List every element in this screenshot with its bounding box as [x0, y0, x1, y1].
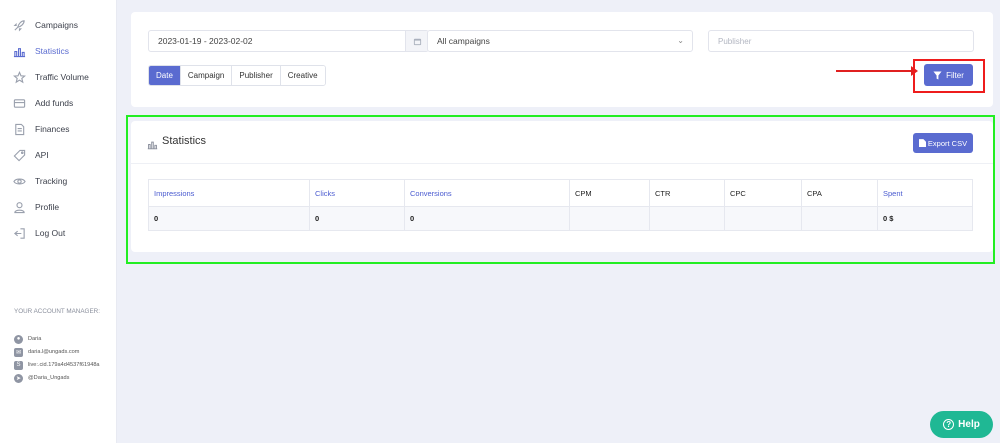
account-manager-skype[interactable]: S live:.cid.179a4d4537f61948a: [14, 360, 100, 370]
sidebar-item-traffic-volume[interactable]: Traffic Volume: [0, 66, 116, 88]
tab-creative[interactable]: Creative: [280, 66, 325, 85]
campaign-select-value: All campaigns: [437, 36, 490, 46]
sidebar-item-label: Profile: [35, 202, 60, 212]
account-manager-title: YOUR ACCOUNT MANAGER:: [14, 308, 100, 315]
sidebar-item-log-out[interactable]: Log Out: [0, 222, 116, 244]
account-manager-email[interactable]: ✉ daria.l@ungads.com: [14, 347, 79, 357]
filter-panel: 2023-01-19 - 2023-02-02 All campaigns ⌄ …: [131, 12, 993, 107]
date-range-value: 2023-01-19 - 2023-02-02: [158, 36, 253, 46]
sidebar-item-campaigns[interactable]: Campaigns: [0, 14, 116, 36]
mail-icon: ✉: [14, 347, 23, 357]
document-icon: [12, 122, 26, 136]
sidebar-item-label: Traffic Volume: [35, 72, 89, 82]
sidebar-item-label: Statistics: [35, 46, 70, 56]
sidebar-item-finances[interactable]: Finances: [0, 118, 116, 140]
tab-date[interactable]: Date: [149, 66, 181, 85]
sidebar-item-add-funds[interactable]: Add funds: [0, 92, 116, 114]
calendar-icon[interactable]: [405, 31, 428, 51]
help-button[interactable]: ? Help: [930, 411, 993, 438]
help-button-label: Help: [958, 419, 980, 430]
sidebar-item-profile[interactable]: Profile: [0, 196, 116, 218]
eye-icon: [12, 174, 26, 188]
sidebar-item-tracking[interactable]: Tracking: [0, 170, 116, 192]
group-by-tabs: Date Campaign Publisher Creative: [148, 65, 326, 86]
tab-publisher[interactable]: Publisher: [232, 66, 281, 85]
sidebar-item-label: Campaigns: [35, 20, 78, 30]
sidebar-item-api[interactable]: API: [0, 144, 116, 166]
annotation-highlight-green: [126, 115, 995, 264]
sidebar-item-label: Log Out: [35, 228, 66, 238]
rocket-icon: [12, 18, 26, 32]
account-manager-telegram[interactable]: ➤ @Daria_Ungads: [14, 373, 69, 383]
sidebar-item-label: API: [35, 150, 49, 160]
sidebar-item-label: Tracking: [35, 176, 68, 186]
sidebar-item-statistics[interactable]: Statistics: [0, 40, 116, 62]
star-icon: [12, 70, 26, 84]
annotation-highlight-red: [913, 59, 985, 93]
sidebar: Campaigns Statistics Traffic Volume Add …: [0, 0, 117, 443]
credit-card-icon: [12, 96, 26, 110]
campaign-select[interactable]: All campaigns ⌄: [427, 30, 693, 52]
user-icon: [12, 200, 26, 214]
tag-icon: [12, 148, 26, 162]
telegram-icon: ➤: [14, 373, 23, 383]
skype-icon: S: [14, 360, 23, 370]
logout-icon: [12, 226, 26, 240]
annotation-arrow: [836, 66, 918, 76]
bar-chart-icon: [12, 44, 26, 58]
publisher-input[interactable]: [709, 35, 970, 47]
chevron-down-icon: ⌄: [677, 36, 684, 45]
sidebar-item-label: Finances: [35, 124, 70, 134]
question-icon: ?: [943, 419, 955, 430]
date-range-picker[interactable]: 2023-01-19 - 2023-02-02: [148, 30, 429, 52]
tab-campaign[interactable]: Campaign: [180, 66, 233, 85]
sidebar-item-label: Add funds: [35, 98, 74, 108]
user-circle-icon: ●: [14, 334, 23, 344]
publisher-input-wrapper: [708, 30, 974, 52]
account-manager-name: ● Daria: [14, 334, 41, 344]
